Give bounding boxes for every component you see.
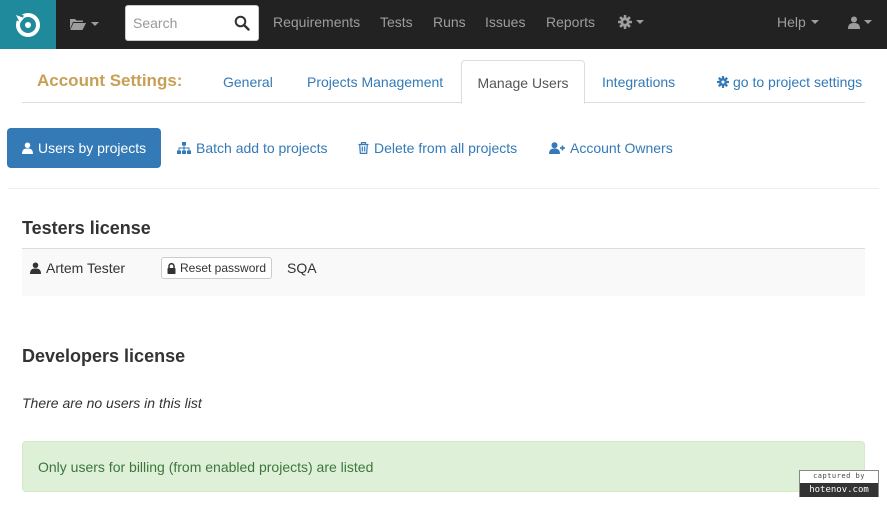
nav-reports[interactable]: Reports [546,14,595,30]
nav-issues[interactable]: Issues [485,14,525,30]
user-project: SQA [287,260,317,276]
nav-runs[interactable]: Runs [433,14,466,30]
divider [8,188,879,189]
project-settings-label: go to project settings [733,74,863,90]
settings-header: Account Settings: General Projects Manag… [22,60,865,104]
chevron-down-icon [91,22,99,26]
settings-dropdown[interactable] [618,12,644,32]
app-logo[interactable] [0,0,56,49]
pill-label: Account Owners [570,140,673,156]
section-heading-developers: Developers license [22,346,186,366]
top-navbar: Requirements Tests Runs Issues Reports H… [0,0,887,49]
lock-icon [167,262,176,274]
user-name-cell: Artem Tester [30,260,125,276]
pill-label: Batch add to projects [196,140,328,156]
help-dropdown[interactable]: Help [777,14,819,30]
pill-label: Delete from all projects [374,140,518,156]
pill-account-owners[interactable]: Account Owners [549,128,673,168]
tab-integrations[interactable]: Integrations [602,60,675,103]
pill-label: Users by projects [38,140,147,156]
pill-batch-add[interactable]: Batch add to projects [177,128,328,168]
section-heading-testers: Testers license [22,218,151,238]
folder-open-icon [70,18,86,30]
watermark-bottom-text: hotenov.com [800,483,878,497]
empty-list-message: There are no users in this list [22,395,202,411]
alert-message: Only users for billing (from enabled pro… [38,459,374,475]
user-name: Artem Tester [46,260,126,276]
search-icon[interactable] [234,15,250,31]
user-menu-dropdown[interactable] [848,12,872,32]
logo-icon [13,12,40,37]
page-title: Account Settings: [37,71,183,90]
search-field [125,5,259,41]
project-settings-link[interactable]: go to project settings [717,74,862,90]
testers-table: Artem Tester Reset password SQA [22,248,865,296]
search-input[interactable] [126,6,226,40]
tab-general[interactable]: General [223,60,273,103]
nav-tests[interactable]: Tests [380,14,413,30]
reset-password-label: Reset password [180,261,267,275]
chevron-down-icon [864,20,872,24]
user-plus-icon [549,142,565,154]
chevron-down-icon [810,20,819,24]
help-label: Help [777,14,806,30]
tab-manage-users[interactable]: Manage Users [461,60,585,104]
gear-icon [717,76,729,88]
user-icon [848,16,860,29]
watermark: captured by hotenov.com [799,470,879,497]
billing-info-alert: Only users for billing (from enabled pro… [22,441,865,492]
reset-password-button[interactable]: Reset password [161,257,273,279]
folder-dropdown[interactable] [70,11,99,37]
user-icon [30,262,41,274]
tab-projects-management[interactable]: Projects Management [307,60,443,103]
gear-icon [618,15,632,29]
user-icon [22,142,33,154]
chevron-down-icon [636,20,644,24]
nav-requirements[interactable]: Requirements [273,14,360,30]
trash-icon [358,142,369,154]
sitemap-icon [177,142,191,154]
watermark-top-text: captured by [813,472,865,480]
pill-delete-from-all[interactable]: Delete from all projects [358,128,517,168]
pill-users-by-projects[interactable]: Users by projects [7,128,162,168]
